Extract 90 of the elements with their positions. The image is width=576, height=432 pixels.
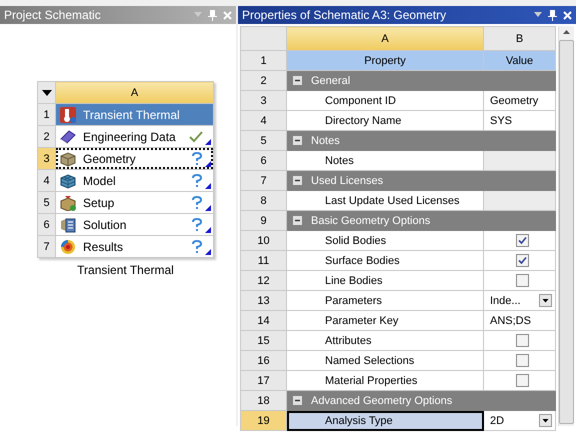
column-header: A [56, 82, 214, 104]
corner-icon [205, 139, 211, 145]
box-icon [59, 194, 77, 210]
system-cell[interactable]: Model [56, 170, 213, 191]
corner-icon [205, 249, 211, 255]
row-number: 9 [240, 210, 286, 230]
row-number: 16 [240, 350, 286, 370]
row-number: 10 [240, 230, 286, 250]
system-cell[interactable]: Solution [56, 214, 213, 235]
corner-icon [205, 161, 211, 167]
dropdown-field[interactable]: 2D [490, 414, 555, 427]
calculator-icon [59, 216, 77, 232]
row-number: 2 [240, 70, 286, 90]
sphere-icon [59, 238, 77, 254]
corner-icon [205, 183, 211, 189]
checkbox[interactable] [516, 234, 529, 247]
property-name[interactable]: Parameters [286, 290, 484, 310]
dropdown-field[interactable]: Inde... [490, 294, 555, 307]
group-title: Advanced Geometry Options [311, 394, 452, 406]
dropdown-icon[interactable] [539, 294, 552, 307]
row-number: 12 [240, 270, 286, 290]
column-header: A [286, 26, 484, 50]
system-caption: Transient Thermal [76, 263, 175, 277]
checkbox[interactable] [516, 254, 529, 267]
system-cell[interactable]: Engineering Data [56, 126, 213, 147]
property-name[interactable]: Solid Bodies [286, 230, 484, 250]
row-number: 6 [240, 150, 286, 170]
collapse-icon[interactable] [293, 76, 302, 85]
row-number: 3 [38, 148, 56, 170]
book-icon [59, 128, 77, 144]
cube-icon [59, 150, 77, 166]
checkbox[interactable] [516, 334, 529, 347]
dropdown-icon[interactable] [539, 414, 552, 427]
system-title[interactable]: Transient Thermal [56, 104, 213, 125]
property-name[interactable]: Surface Bodies [286, 250, 484, 270]
collapse-icon[interactable] [293, 176, 302, 185]
panel-title: Project Schematic [4, 8, 102, 22]
row-number: 7 [38, 236, 56, 258]
row-number: 15 [240, 330, 286, 350]
group-title: Used Licenses [311, 174, 384, 186]
mesh-cube-icon [59, 172, 77, 188]
row-number: 17 [240, 370, 286, 390]
property-name[interactable]: Line Bodies [286, 270, 484, 290]
property-name[interactable]: Analysis Type [286, 410, 484, 430]
checkbox[interactable] [516, 374, 529, 387]
corner-cell [240, 26, 286, 50]
close-icon[interactable] [563, 10, 572, 20]
group-title: Notes [311, 134, 340, 146]
row-number: 5 [38, 192, 56, 214]
property-name[interactable]: Component ID [286, 90, 484, 110]
thermometer-icon [59, 106, 77, 124]
collapse-icon[interactable] [293, 216, 302, 225]
row-number: 11 [240, 250, 286, 270]
property-name[interactable]: Named Selections [286, 350, 484, 370]
dropdown-icon[interactable] [42, 90, 52, 96]
column-title: Property [286, 50, 484, 70]
row-number: 18 [240, 390, 286, 410]
row-number: 1 [240, 50, 286, 70]
pin-icon[interactable] [548, 10, 557, 20]
checkbox[interactable] [516, 274, 529, 287]
corner-icon [205, 205, 211, 211]
row-number: 2 [38, 126, 56, 148]
row-number: 7 [240, 170, 286, 190]
property-name[interactable]: Parameter Key [286, 310, 484, 330]
row-number: 19 [240, 410, 286, 430]
checkbox[interactable] [516, 354, 529, 367]
row-number: 8 [240, 190, 286, 210]
value-cell: ANS;DS [484, 310, 556, 330]
panel-title: Properties of Schematic A3: Geometry [242, 8, 448, 22]
system-menu-button[interactable] [38, 82, 56, 104]
system-cell[interactable]: Setup [56, 192, 213, 213]
row-number: 4 [240, 110, 286, 130]
system-cell[interactable]: Geometry [56, 148, 213, 169]
collapse-icon[interactable] [293, 396, 302, 405]
value-cell: Geometry [484, 90, 556, 110]
row-number: 3 [240, 90, 286, 110]
row-number: 4 [38, 170, 56, 192]
row-number: 14 [240, 310, 286, 330]
row-number: 1 [38, 104, 56, 126]
group-title: Basic Geometry Options [311, 214, 430, 226]
row-number: 13 [240, 290, 286, 310]
group-title: General [311, 74, 350, 86]
row-number: 6 [38, 214, 56, 236]
row-number: 5 [240, 130, 286, 150]
corner-icon [205, 227, 211, 233]
column-header: B [484, 26, 556, 50]
column-title: Value [484, 50, 556, 70]
collapse-icon[interactable] [293, 136, 302, 145]
system-cell[interactable]: Results [56, 236, 213, 257]
property-name[interactable]: Attributes [286, 330, 484, 350]
